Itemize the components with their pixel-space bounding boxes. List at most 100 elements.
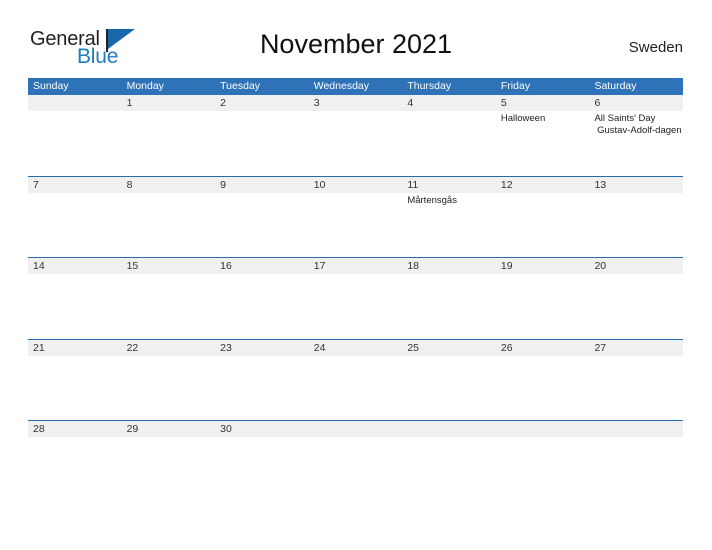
calendar-week-row: 1 2 3 4 5 Halloween 6 All Saints' Day Gustav-Ad… xyxy=(28,95,683,176)
day-events xyxy=(314,437,403,439)
day-events xyxy=(594,274,683,276)
day-events xyxy=(407,111,496,113)
weekday-header-row: Sunday Monday Tuesday Wednesday Thursday… xyxy=(28,78,683,95)
week-days: 7 8 9 10 11 Mårtensgås 12 13 xyxy=(28,177,683,258)
calendar-day-cell[interactable]: 28 xyxy=(28,421,122,502)
calendar-day-cell[interactable]: 3 xyxy=(309,95,403,176)
calendar-week-row: 14 15 16 17 18 19 20 xyxy=(28,257,683,339)
day-number: 14 xyxy=(33,260,45,272)
day-events xyxy=(501,356,590,358)
calendar-day-cell[interactable]: 13 xyxy=(589,177,683,258)
day-number: 3 xyxy=(313,97,320,109)
holiday-event: Mårtensgås xyxy=(407,194,457,206)
day-events xyxy=(314,193,403,195)
calendar-day-cell[interactable]: 1 xyxy=(122,95,216,176)
calendar-day-cell[interactable]: 17 xyxy=(309,258,403,339)
holiday-event: Gustav-Adolf-dagen xyxy=(594,124,682,136)
calendar-day-cell[interactable]: 15 xyxy=(122,258,216,339)
calendar-day-cell[interactable]: 22 xyxy=(122,340,216,421)
day-events xyxy=(33,111,122,113)
calendar-day-cell[interactable]: 24 xyxy=(309,340,403,421)
day-events xyxy=(594,437,683,439)
day-events xyxy=(220,437,309,439)
day-number: 18 xyxy=(407,260,419,272)
day-events xyxy=(220,193,309,195)
day-number: 17 xyxy=(313,260,326,272)
day-number: 13 xyxy=(594,178,607,191)
day-events xyxy=(33,356,122,358)
weekday-header-sunday: Sunday xyxy=(33,80,69,92)
day-number: 4 xyxy=(407,97,414,109)
day-number: 11 xyxy=(407,178,419,191)
calendar-day-cell[interactable]: 27 xyxy=(589,340,683,421)
day-number: 27 xyxy=(594,341,607,354)
calendar-day-cell[interactable]: 14 xyxy=(28,258,122,339)
calendar-day-cell[interactable]: 7 xyxy=(28,177,122,258)
calendar-weeks: 1 2 3 4 5 Halloween 6 All Saints' Day Gustav-Ad… xyxy=(28,95,683,502)
weekday-header-saturday: Saturday xyxy=(594,80,637,92)
day-number: 16 xyxy=(220,260,232,272)
day-events xyxy=(407,274,496,276)
week-days: 14 15 16 17 18 19 20 xyxy=(28,258,683,339)
calendar-day-cell[interactable]: 30 xyxy=(215,421,309,502)
day-number: 8 xyxy=(126,178,133,191)
country-label: Sweden xyxy=(628,39,683,56)
day-events: Halloween xyxy=(501,111,590,125)
calendar-grid: Sunday Monday Tuesday Wednesday Thursday… xyxy=(28,78,683,502)
day-number: 25 xyxy=(407,341,419,354)
calendar-day-cell[interactable]: 23 xyxy=(215,340,309,421)
day-events xyxy=(407,437,496,439)
weekday-header-friday: Friday xyxy=(500,80,531,92)
calendar-day-cell[interactable]: 21 xyxy=(28,340,122,421)
calendar-day-cell[interactable]: 18 xyxy=(402,258,496,339)
day-number: 20 xyxy=(594,260,607,272)
day-number: 23 xyxy=(220,341,232,354)
calendar-day-cell[interactable]: 19 xyxy=(496,258,590,339)
day-events xyxy=(220,111,309,113)
day-number: 1 xyxy=(126,97,133,109)
calendar-day-cell[interactable]: 2 xyxy=(215,95,309,176)
calendar-day-cell[interactable]: 9 xyxy=(215,177,309,258)
calendar-day-cell-empty xyxy=(496,421,590,502)
day-number: 28 xyxy=(33,423,45,435)
day-number: 24 xyxy=(313,341,326,354)
calendar-day-cell[interactable]: 5 Halloween xyxy=(496,95,590,176)
calendar-day-cell[interactable]: 8 xyxy=(122,177,216,258)
day-events xyxy=(594,356,683,358)
calendar-day-cell[interactable]: 25 xyxy=(402,340,496,421)
weekday-header-thursday: Thursday xyxy=(407,80,452,92)
day-events xyxy=(501,437,590,439)
calendar-page: General Blue November 2021 Sweden Sunday… xyxy=(0,0,712,550)
day-events xyxy=(594,193,683,195)
calendar-day-cell[interactable]: 6 All Saints' Day Gustav-Adolf-dagen xyxy=(589,95,683,176)
day-events xyxy=(33,437,122,439)
calendar-day-cell[interactable]: 26 xyxy=(496,340,590,421)
holiday-event: Halloween xyxy=(500,113,546,124)
day-events xyxy=(220,356,309,358)
day-events xyxy=(407,356,496,358)
day-events xyxy=(501,193,590,195)
calendar-day-cell[interactable]: 10 xyxy=(309,177,403,258)
day-number: 21 xyxy=(33,341,45,354)
day-events: Mårtensgås xyxy=(407,193,496,207)
day-events xyxy=(127,193,216,195)
day-events xyxy=(33,274,122,276)
calendar-day-cell[interactable]: 20 xyxy=(589,258,683,339)
calendar-day-cell[interactable]: 11 Mårtensgås xyxy=(402,177,496,258)
week-days: 1 2 3 4 5 Halloween 6 All Saints' Day Gustav-Ad… xyxy=(28,95,683,176)
week-days: 28 29 30 xyxy=(28,421,683,502)
calendar-day-cell[interactable]: 16 xyxy=(215,258,309,339)
day-events xyxy=(33,193,122,195)
calendar-day-cell[interactable]: 4 xyxy=(402,95,496,176)
calendar-day-cell[interactable]: 29 xyxy=(122,421,216,502)
day-events xyxy=(314,356,403,358)
weekday-header-wednesday: Wednesday xyxy=(313,80,369,92)
weekday-header-tuesday: Tuesday xyxy=(220,80,261,92)
page-title: November 2021 xyxy=(259,29,453,59)
day-number: 2 xyxy=(220,97,226,109)
day-number: 10 xyxy=(313,178,326,191)
calendar-day-cell[interactable]: 12 xyxy=(496,177,590,258)
day-number: 12 xyxy=(500,178,513,191)
day-events xyxy=(220,274,309,276)
day-number: 22 xyxy=(126,341,139,354)
